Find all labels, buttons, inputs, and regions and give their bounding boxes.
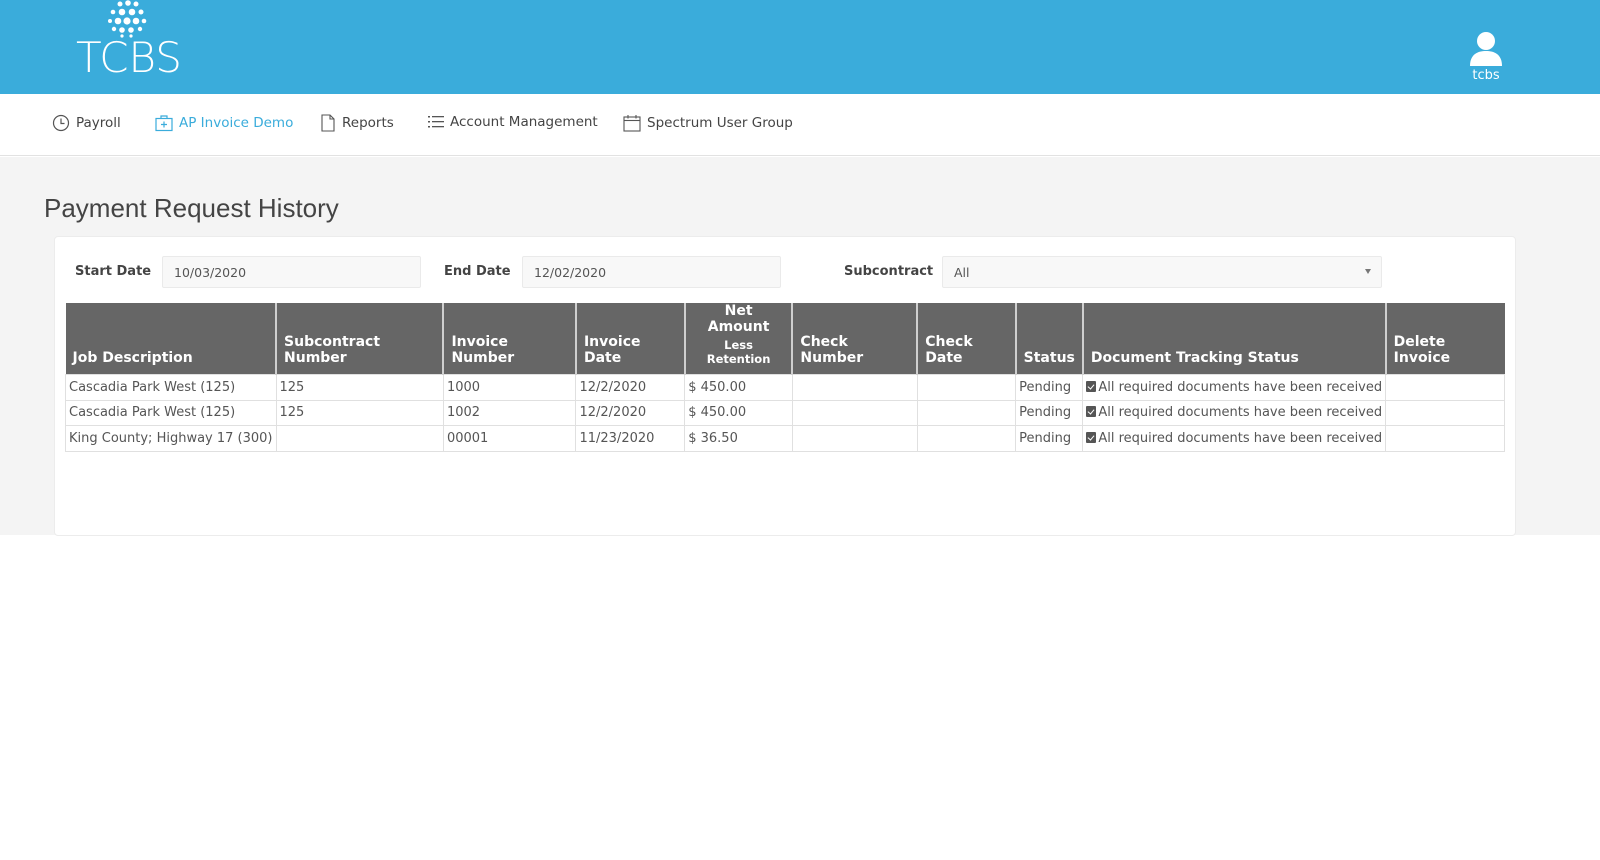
col-check-number[interactable]: Check Number: [791, 303, 918, 375]
cell-check-date: [916, 374, 1017, 401]
subcontract-label: Subcontract: [844, 264, 934, 279]
cell-check-number: [791, 374, 918, 401]
list-icon: [428, 116, 444, 128]
doc-status-text: All required documents have been receive…: [1098, 405, 1383, 421]
col-subcontract-number[interactable]: Subcontract Number: [275, 303, 444, 375]
cell-net-amount: $ 36.50: [684, 425, 793, 452]
col-check-date[interactable]: Check Date: [916, 303, 1016, 375]
cell-subcontract: 125: [275, 374, 444, 401]
cell-check-number: [791, 399, 918, 426]
col-document-tracking-status[interactable]: Document Tracking Status: [1081, 303, 1386, 375]
clock-icon: [52, 114, 70, 132]
cell-net-amount: $ 450.00: [684, 374, 793, 401]
cell-status: Pending: [1015, 425, 1084, 452]
col-net-amount[interactable]: Net Amount Less Retention: [683, 303, 793, 375]
cell-invoice-number: 1000: [442, 374, 577, 401]
payment-history-table: Job Description Subcontract Number Invoi…: [65, 303, 1505, 452]
end-date-label: End Date: [444, 264, 511, 279]
calendar-icon: [623, 115, 641, 132]
cell-delete[interactable]: [1385, 374, 1505, 401]
nav-item-reports[interactable]: Reports: [320, 114, 394, 132]
tcbs-logo[interactable]: TCBS: [76, 0, 182, 84]
cell-job: Cascadia Park West (125): [65, 374, 277, 401]
start-date-label: Start Date: [75, 264, 152, 279]
table-row[interactable]: King County; Highway 17 (300) 00001 11/2…: [65, 425, 1505, 452]
cell-status: Pending: [1015, 374, 1084, 401]
cell-check-number: [791, 425, 918, 452]
cell-check-date: [916, 425, 1017, 452]
cell-invoice-date: 12/2/2020: [575, 399, 686, 426]
end-date-input[interactable]: 12/02/2020: [522, 256, 781, 288]
col-delete-invoice[interactable]: Delete Invoice: [1384, 303, 1505, 375]
cell-delete[interactable]: [1385, 399, 1505, 426]
cell-delete[interactable]: [1385, 425, 1505, 452]
nav-label: Account Management: [450, 114, 598, 130]
cell-job: King County; Highway 17 (300): [65, 425, 277, 452]
cell-invoice-number: 00001: [442, 425, 577, 452]
start-date-input[interactable]: 10/03/2020: [162, 256, 421, 288]
user-icon: [1470, 32, 1502, 66]
col-net-amount-label: Net Amount: [707, 303, 770, 335]
col-job-description[interactable]: Job Description: [65, 303, 277, 375]
col-invoice-number[interactable]: Invoice Number: [442, 303, 576, 375]
nav-item-payroll[interactable]: Payroll: [52, 114, 121, 132]
top-header: TCBS tcbs: [0, 0, 1600, 94]
nav-label: AP Invoice Demo: [179, 115, 294, 131]
history-panel: Start Date 10/03/2020 End Date 12/02/202…: [54, 236, 1516, 536]
doc-status-text: All required documents have been receive…: [1098, 430, 1383, 446]
subcontract-select[interactable]: All: [942, 256, 1382, 288]
cell-status: Pending: [1015, 399, 1084, 426]
cell-invoice-number: 1002: [442, 399, 577, 426]
chevron-down-icon: [1365, 269, 1371, 274]
page-title: Payment Request History: [44, 193, 339, 223]
nav-label: Payroll: [76, 115, 121, 131]
table-row[interactable]: Cascadia Park West (125) 125 1002 12/2/2…: [65, 399, 1505, 426]
logo-text: TCBS: [76, 33, 182, 82]
table-header-row: Job Description Subcontract Number Invoi…: [65, 303, 1505, 375]
cell-job: Cascadia Park West (125): [65, 399, 277, 426]
clipboard-check-icon: [1086, 431, 1097, 443]
main-content: Payment Request History Start Date 10/03…: [0, 157, 1600, 536]
briefcase-plus-icon: [155, 115, 173, 132]
col-status[interactable]: Status: [1014, 303, 1083, 375]
cell-subcontract: 125: [275, 399, 444, 426]
col-invoice-date[interactable]: Invoice Date: [574, 303, 685, 375]
clipboard-check-icon: [1086, 406, 1097, 418]
clipboard-check-icon: [1086, 380, 1097, 392]
nav-item-ap-invoice-demo[interactable]: AP Invoice Demo: [155, 114, 293, 132]
nav-item-spectrum-user-group[interactable]: Spectrum User Group: [623, 114, 793, 132]
nav-label: Spectrum User Group: [647, 115, 793, 131]
cell-doc-status: All required documents have been receive…: [1082, 399, 1387, 426]
nav-label: Reports: [342, 115, 394, 131]
col-net-amount-sublabel: Less Retention: [706, 338, 771, 366]
cell-invoice-date: 12/2/2020: [575, 374, 686, 401]
cell-net-amount: $ 450.00: [684, 399, 793, 426]
user-name: tcbs: [1472, 68, 1500, 83]
doc-status-text: All required documents have been receive…: [1098, 379, 1383, 395]
cell-invoice-date: 11/23/2020: [575, 425, 686, 452]
cell-check-date: [916, 399, 1017, 426]
cell-doc-status: All required documents have been receive…: [1082, 425, 1387, 452]
subcontract-selected-value: All: [954, 265, 970, 280]
user-menu[interactable]: tcbs: [1460, 30, 1512, 83]
cell-doc-status: All required documents have been receive…: [1082, 374, 1387, 401]
table-row[interactable]: Cascadia Park West (125) 125 1000 12/2/2…: [65, 374, 1505, 401]
main-nav: Payroll AP Invoice Demo Reports Account …: [0, 94, 1600, 156]
nav-item-account-management[interactable]: Account Management: [428, 114, 598, 130]
document-icon: [321, 114, 335, 132]
cell-subcontract: [275, 425, 444, 452]
